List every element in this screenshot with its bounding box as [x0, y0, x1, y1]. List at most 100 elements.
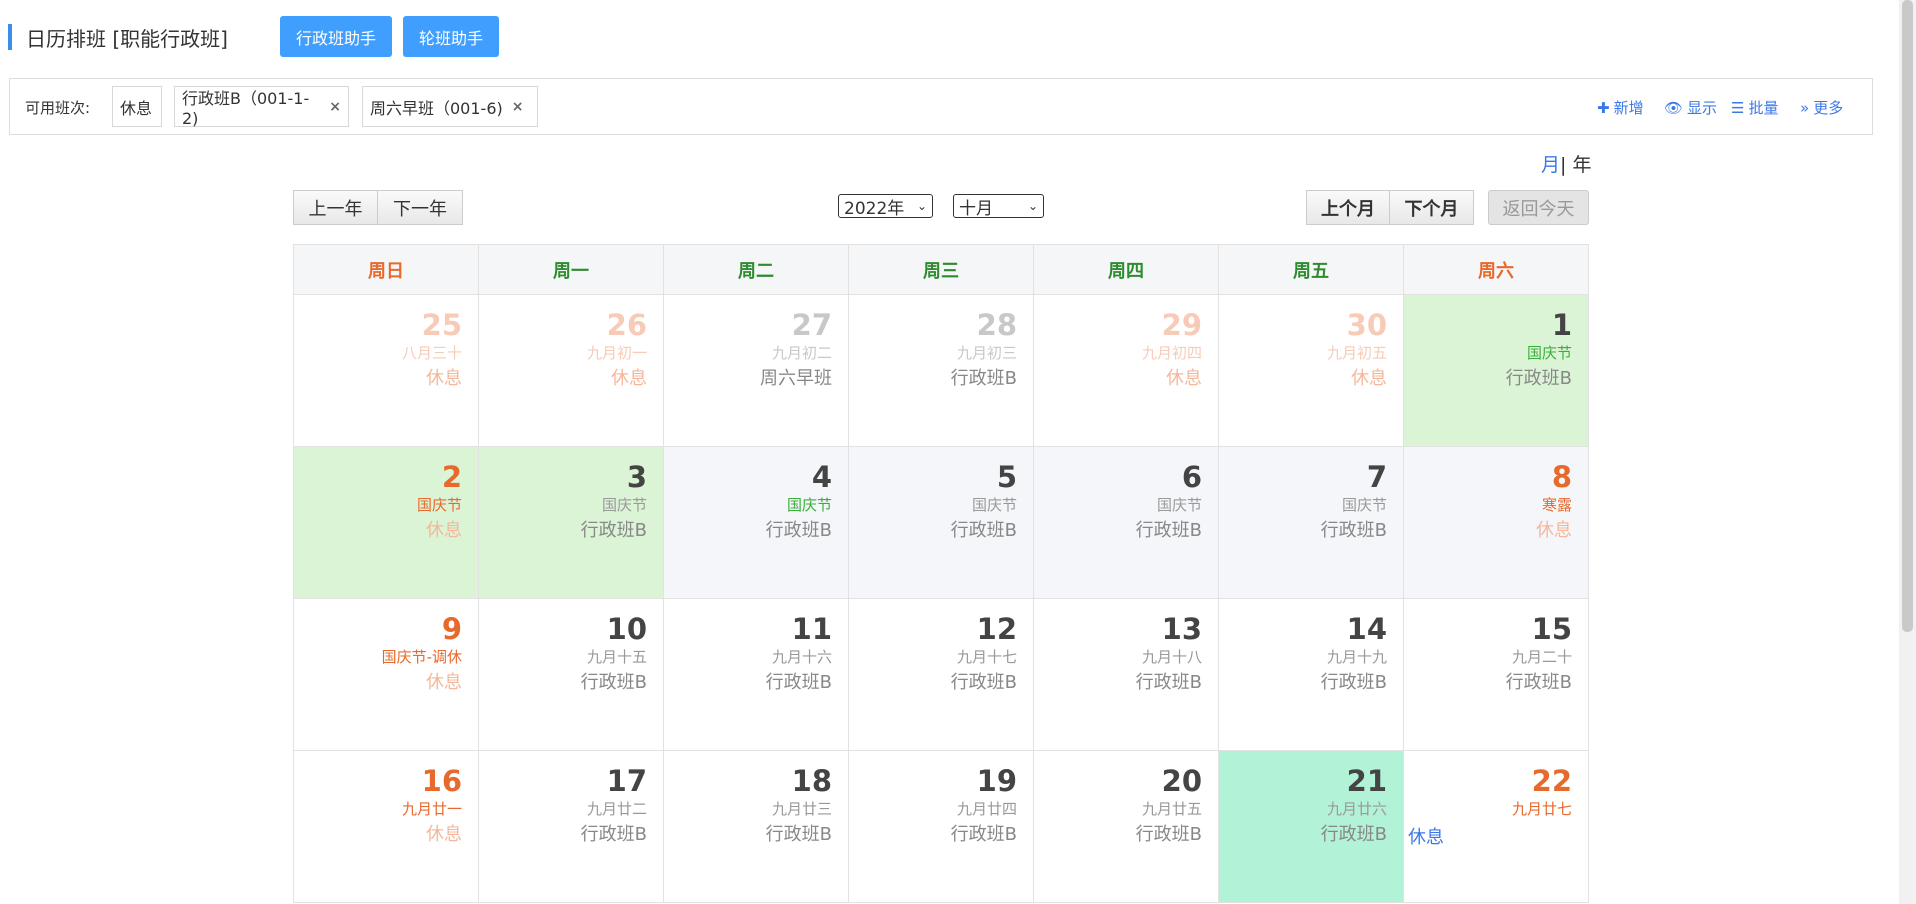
shift-label: 行政班B — [1135, 824, 1202, 845]
shift-label: 行政班B — [1320, 520, 1387, 541]
day-cell[interactable]: 7 国庆节 行政班B — [1218, 446, 1404, 599]
day-number: 20 — [1161, 764, 1202, 798]
more-button[interactable]: » 更多 — [1800, 97, 1843, 118]
shift-chip-label: 周六早班（001-6) — [370, 98, 503, 118]
shift-chip-rest[interactable]: 休息 — [112, 86, 162, 127]
month-view-link[interactable]: 月 — [1541, 154, 1560, 176]
show-button[interactable]: 👁 显示 — [1664, 97, 1717, 118]
day-cell[interactable]: 28 九月初三 行政班B — [848, 294, 1034, 447]
weekday-header: 周一 — [478, 244, 664, 295]
day-number: 2 — [441, 460, 462, 494]
weekday-header: 周四 — [1033, 244, 1219, 295]
lunar-date: 九月十五 — [586, 648, 647, 666]
rotation-helper-button[interactable]: 轮班助手 — [403, 16, 499, 57]
page-scrollbar[interactable] — [1899, 0, 1916, 904]
day-cell[interactable]: 22 九月廿七 休息 — [1403, 750, 1589, 903]
lunar-date: 九月廿六 — [1326, 800, 1387, 818]
weekday-header: 周三 — [848, 244, 1034, 295]
back-to-today-button[interactable]: 返回今天 — [1488, 190, 1589, 225]
day-number: 22 — [1531, 764, 1572, 798]
day-cell[interactable]: 6 国庆节 行政班B — [1033, 446, 1219, 599]
shift-label: 行政班B — [580, 824, 647, 845]
week-row: 2 国庆节 休息 3 国庆节 行政班B 4 国庆节 行政班B 5 国庆节 行政班… — [293, 446, 1589, 599]
day-cell[interactable]: 10 九月十五 行政班B — [478, 598, 664, 751]
day-number: 25 — [421, 308, 462, 342]
day-cell[interactable]: 1 国庆节 行政班B — [1403, 294, 1589, 447]
double-chevron-down-icon: » — [1800, 98, 1810, 117]
day-number: 1 — [1551, 308, 1572, 342]
day-number: 4 — [811, 460, 832, 494]
show-label: 显示 — [1687, 99, 1718, 117]
prev-month-button[interactable]: 上个月 — [1306, 190, 1390, 225]
lunar-date: 九月廿五 — [1141, 800, 1202, 818]
holiday-label: 国庆节 — [601, 496, 647, 514]
year-view-link[interactable]: 年 — [1572, 154, 1591, 176]
close-icon[interactable]: × — [329, 99, 341, 115]
day-cell[interactable]: 9 国庆节-调休 休息 — [293, 598, 479, 751]
day-number: 11 — [791, 612, 832, 646]
shift-label: 周六早班 — [760, 368, 832, 389]
holiday-label: 国庆节 — [786, 496, 832, 514]
shift-label: 行政班B — [1505, 368, 1572, 389]
day-cell[interactable]: 16 九月廿一 休息 — [293, 750, 479, 903]
scrollbar-thumb[interactable] — [1902, 0, 1913, 632]
calendar-grid: 周日 周一 周二 周三 周四 周五 周六 25 八月三十 休息 26 九月初一 … — [293, 244, 1589, 903]
day-cell[interactable]: 13 九月十八 行政班B — [1033, 598, 1219, 751]
day-cell[interactable]: 26 九月初一 休息 — [478, 294, 664, 447]
shift-chip-admin-b[interactable]: 行政班B（001-1-2) × — [174, 86, 349, 128]
close-icon[interactable]: × — [512, 99, 524, 115]
shift-label: 行政班B — [1135, 520, 1202, 541]
prev-year-button[interactable]: 上一年 — [293, 190, 378, 225]
day-cell[interactable]: 25 八月三十 休息 — [293, 294, 479, 447]
admin-shift-helper-button[interactable]: 行政班助手 — [280, 16, 392, 57]
day-cell-today[interactable]: 21 九月廿六 行政班B — [1218, 750, 1404, 903]
day-cell[interactable]: 19 九月廿四 行政班B — [848, 750, 1034, 903]
day-cell[interactable]: 11 九月十六 行政班B — [663, 598, 849, 751]
weekday-header: 周二 — [663, 244, 849, 295]
day-cell[interactable]: 15 九月二十 行政班B — [1403, 598, 1589, 751]
shift-label: 休息 — [426, 824, 462, 845]
lunar-date: 九月廿四 — [956, 800, 1017, 818]
eye-icon: 👁 — [1664, 98, 1684, 117]
day-number: 27 — [791, 308, 832, 342]
day-cell[interactable]: 3 国庆节 行政班B — [478, 446, 664, 599]
day-cell[interactable]: 8 寒露 休息 — [1403, 446, 1589, 599]
day-number: 5 — [996, 460, 1017, 494]
holiday-label: 国庆节 — [1156, 496, 1202, 514]
next-year-button[interactable]: 下一年 — [378, 190, 463, 225]
weekday-header: 周六 — [1403, 244, 1589, 295]
day-cell[interactable]: 30 九月初五 休息 — [1218, 294, 1404, 447]
day-cell[interactable]: 29 九月初四 休息 — [1033, 294, 1219, 447]
day-cell[interactable]: 20 九月廿五 行政班B — [1033, 750, 1219, 903]
day-cell[interactable]: 14 九月十九 行政班B — [1218, 598, 1404, 751]
day-number: 17 — [606, 764, 647, 798]
next-month-button[interactable]: 下个月 — [1390, 190, 1474, 225]
year-select-value: 2022年 — [844, 198, 905, 219]
shift-label: 行政班B — [580, 520, 647, 541]
week-row: 25 八月三十 休息 26 九月初一 休息 27 九月初二 周六早班 28 九月… — [293, 294, 1589, 447]
day-cell[interactable]: 12 九月十七 行政班B — [848, 598, 1034, 751]
lunar-date: 九月初五 — [1326, 344, 1387, 362]
lunar-date: 九月廿三 — [771, 800, 832, 818]
shift-chip-label: 行政班B（001-1-2) — [182, 89, 310, 128]
batch-button[interactable]: ☰ 批量 — [1731, 97, 1778, 118]
shift-label: 行政班B — [950, 824, 1017, 845]
year-select[interactable]: 2022年 ⌄ — [838, 194, 933, 219]
shift-chip-saturday-early[interactable]: 周六早班（001-6) × — [362, 86, 538, 127]
shift-label: 行政班B — [950, 520, 1017, 541]
day-cell[interactable]: 5 国庆节 行政班B — [848, 446, 1034, 599]
day-cell[interactable]: 4 国庆节 行政班B — [663, 446, 849, 599]
add-shift-button[interactable]: ✚ 新增 — [1597, 97, 1644, 118]
holiday-label: 国庆节-调休 — [381, 648, 462, 666]
shift-label: 行政班B — [580, 672, 647, 693]
day-cell[interactable]: 18 九月廿三 行政班B — [663, 750, 849, 903]
page-title: 日历排班 [职能行政班] — [26, 26, 228, 51]
shift-label: 休息 — [426, 368, 462, 389]
shift-label: 行政班B — [950, 672, 1017, 693]
weekday-header: 周五 — [1218, 244, 1404, 295]
holiday-label: 国庆节 — [1341, 496, 1387, 514]
day-cell[interactable]: 17 九月廿二 行政班B — [478, 750, 664, 903]
day-cell[interactable]: 27 九月初二 周六早班 — [663, 294, 849, 447]
day-cell[interactable]: 2 国庆节 休息 — [293, 446, 479, 599]
month-select[interactable]: 十月 ⌄ — [953, 194, 1044, 219]
